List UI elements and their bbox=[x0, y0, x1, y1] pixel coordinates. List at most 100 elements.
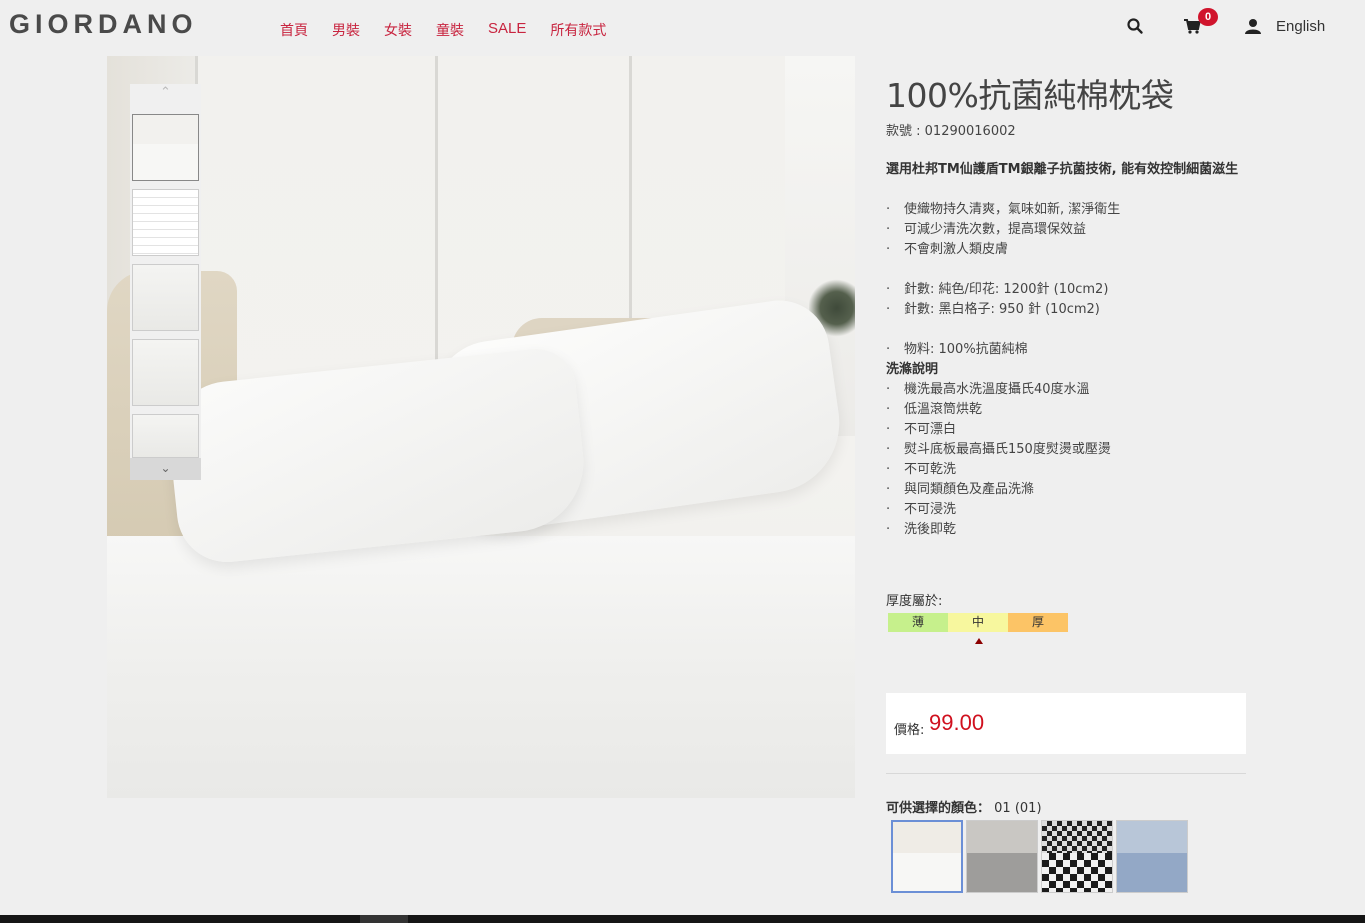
swatch-top bbox=[1117, 821, 1187, 853]
thumbnail-strip: ⌃ ⌄ bbox=[130, 84, 201, 480]
thickness-level: 中 bbox=[948, 613, 1008, 632]
color-swatch[interactable] bbox=[966, 820, 1038, 893]
cart-count-badge: 0 bbox=[1198, 8, 1218, 26]
description-item-text: 不會刺激人類皮膚 bbox=[904, 242, 1009, 257]
bullet-dot: · bbox=[886, 382, 891, 397]
description-item: · 針數: 純色/印花: 1200針 (10cm2) bbox=[886, 280, 1248, 300]
thumbnail-image bbox=[133, 265, 198, 330]
description-item: · 不會刺激人類皮膚 bbox=[886, 240, 1248, 260]
price-label: 價格: bbox=[894, 723, 925, 738]
nav-item-kids[interactable]: 童裝 bbox=[436, 20, 464, 40]
color-label-text: 可供選擇的顏色： bbox=[886, 801, 991, 816]
nav-item-men[interactable]: 男裝 bbox=[332, 20, 360, 40]
main-nav: 首頁 男裝 女裝 童裝 SALE 所有款式 bbox=[280, 20, 630, 40]
nav-item-women[interactable]: 女裝 bbox=[384, 20, 412, 40]
bullet-dot: · bbox=[886, 482, 891, 497]
bullet-dot: · bbox=[886, 502, 891, 517]
color-swatch[interactable] bbox=[1041, 820, 1113, 893]
thickness-indicator-icon bbox=[975, 638, 983, 644]
swatch-top bbox=[1042, 821, 1112, 853]
bullet-dot: · bbox=[886, 302, 891, 317]
bullet-dot: · bbox=[886, 282, 891, 297]
description-item-text: 不可浸洗 bbox=[904, 502, 957, 517]
user-icon[interactable] bbox=[1245, 18, 1261, 34]
product-title: 100%抗菌純棉枕袋 bbox=[886, 76, 1174, 115]
bullet-dot: · bbox=[886, 242, 891, 257]
description-item-text: 針數: 純色/印花: 1200針 (10cm2) bbox=[904, 282, 1109, 297]
chevron-up-icon[interactable]: ⌃ bbox=[130, 84, 201, 108]
description-item-text: 低溫滾筒烘乾 bbox=[904, 402, 983, 417]
swatch-top bbox=[967, 821, 1037, 853]
description-item-text: 與同類顏色及產品洗滌 bbox=[904, 482, 1035, 497]
description-spacer bbox=[886, 320, 1248, 340]
description-item: · 洗後即乾 bbox=[886, 520, 1248, 540]
swatch-bottom bbox=[967, 852, 1037, 892]
description-item-text: 洗後即乾 bbox=[904, 522, 957, 537]
description-item: · 不可浸洗 bbox=[886, 500, 1248, 520]
color-swatches bbox=[891, 820, 1191, 893]
thumbnail-image bbox=[133, 340, 198, 405]
description-item: · 低溫滾筒烘乾 bbox=[886, 400, 1248, 420]
bullet-dot: · bbox=[886, 522, 891, 537]
description-item-text: 不可乾洗 bbox=[904, 462, 957, 477]
site-header: GIORDANO 首頁 男裝 女裝 童裝 SALE 所有款式 0 English bbox=[0, 0, 1365, 52]
description-item: · 不可漂白 bbox=[886, 420, 1248, 440]
description-item-text: 可減少清洗次數，提高環保效益 bbox=[904, 222, 1087, 237]
color-swatch[interactable] bbox=[891, 820, 963, 893]
swatch-bottom bbox=[1117, 852, 1187, 892]
chevron-down-icon[interactable]: ⌄ bbox=[130, 458, 201, 480]
bullet-dot: · bbox=[886, 422, 891, 437]
description-item-text: 機洗最高水洗溫度攝氏40度水溫 bbox=[904, 382, 1090, 397]
color-selected: 01 (01) bbox=[994, 801, 1042, 816]
description-item: · 針數: 黑白格子: 950 針 (10cm2) bbox=[886, 300, 1248, 320]
description-item: · 不可乾洗 bbox=[886, 460, 1248, 480]
swatch-bottom bbox=[1042, 852, 1112, 892]
thumbnail-4[interactable] bbox=[132, 339, 199, 406]
thickness-label: 厚度屬於: bbox=[886, 594, 943, 609]
sku-label: 款號 : bbox=[886, 124, 921, 139]
color-swatch[interactable] bbox=[1116, 820, 1188, 893]
description-item-text: 針數: 黑白格子: 950 針 (10cm2) bbox=[904, 302, 1100, 317]
description-item-text: 熨斗底板最高攝氏150度熨燙或壓燙 bbox=[904, 442, 1111, 457]
thumbnail-image bbox=[133, 190, 198, 255]
product-main-image[interactable] bbox=[107, 56, 855, 798]
thickness-level: 薄 bbox=[888, 613, 948, 632]
product-sku: 款號 : 01290016002 bbox=[886, 120, 1016, 139]
thickness-scale: 薄中厚 bbox=[888, 613, 1068, 632]
description-heading: 選用杜邦TM仙護盾TM銀離子抗菌技術, 能有效控制細菌滋生 bbox=[886, 162, 1239, 177]
price-value: 99.00 bbox=[929, 710, 985, 735]
swatch-top bbox=[893, 822, 961, 854]
description-spacer bbox=[886, 260, 1248, 280]
thickness-level: 厚 bbox=[1008, 613, 1068, 632]
search-icon[interactable] bbox=[1126, 17, 1144, 35]
bullet-dot: · bbox=[886, 402, 891, 417]
description-item: · 熨斗底板最高攝氏150度熨燙或壓燙 bbox=[886, 440, 1248, 460]
nav-item-home[interactable]: 首頁 bbox=[280, 20, 308, 40]
bullet-dot: · bbox=[886, 462, 891, 477]
description-item: · 機洗最高水洗溫度攝氏40度水溫 bbox=[886, 380, 1248, 400]
description-item: · 與同類顏色及產品洗滌 bbox=[886, 480, 1248, 500]
description-item: · 可減少清洗次數，提高環保效益 bbox=[886, 220, 1248, 240]
bullet-dot: · bbox=[886, 222, 891, 237]
nav-item-sale[interactable]: SALE bbox=[488, 20, 526, 40]
thumbnail-5[interactable] bbox=[132, 414, 199, 458]
divider bbox=[886, 773, 1246, 774]
description-item-text: 物料: 100%抗菌純棉 bbox=[904, 342, 1028, 357]
image-duvet bbox=[107, 536, 855, 798]
nav-item-all-styles[interactable]: 所有款式 bbox=[550, 20, 606, 40]
description-subheading: 洗滌說明 bbox=[886, 362, 939, 377]
sku-value: 01290016002 bbox=[924, 124, 1016, 139]
language-switch[interactable]: English bbox=[1276, 18, 1325, 35]
bullet-dot: · bbox=[886, 342, 891, 357]
giordano-logo[interactable]: GIORDANO bbox=[9, 9, 198, 40]
description-item-text: 不可漂白 bbox=[904, 422, 957, 437]
thumbnail-2[interactable] bbox=[132, 189, 199, 256]
thumbnail-1[interactable] bbox=[132, 114, 199, 181]
price-box: 價格: 99.00 bbox=[886, 693, 1246, 754]
thumbnail-image bbox=[133, 115, 198, 180]
footer-bar bbox=[0, 915, 1365, 923]
thumbnail-3[interactable] bbox=[132, 264, 199, 331]
thumbnail-image bbox=[133, 415, 198, 457]
swatch-bottom bbox=[893, 853, 961, 891]
bullet-dot: · bbox=[886, 442, 891, 457]
